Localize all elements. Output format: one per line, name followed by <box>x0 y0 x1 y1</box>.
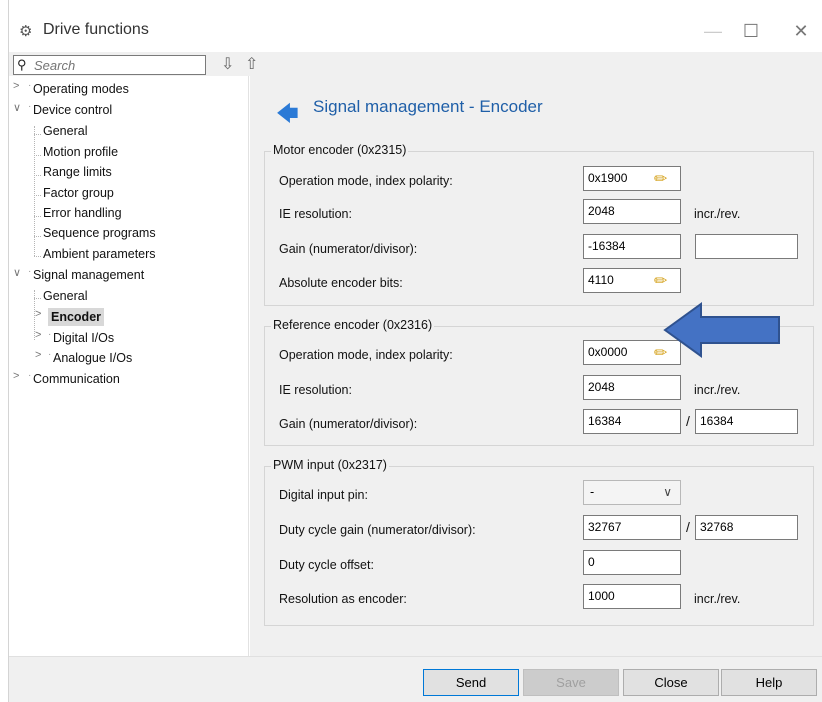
group-legend: Reference encoder (0x2316) <box>271 318 435 332</box>
duty-cycle-offset-label: Duty cycle offset: <box>279 558 374 572</box>
chevron-right-icon[interactable]: > <box>13 370 19 382</box>
title-bar: ⚙ Drive functions — ☐ ✕ <box>9 0 822 52</box>
search-input[interactable] <box>34 57 202 73</box>
ie-resolution-label: IE resolution: <box>279 207 352 221</box>
tree-item-label: Encoder <box>48 308 105 326</box>
callout-arrow-icon <box>663 302 780 358</box>
field-value: 0x0000 <box>588 345 628 359</box>
chevron-down-icon[interactable]: ∨ <box>13 266 21 279</box>
minimize-button[interactable]: — <box>693 17 733 45</box>
group-legend: Motor encoder (0x2315) <box>271 143 409 157</box>
op-mode-label: Operation mode, index polarity: <box>279 174 453 188</box>
duty-gain-divisor-field[interactable]: 32768 <box>695 515 798 540</box>
tree-item-motion-profile[interactable]: Motion profile <box>43 143 118 161</box>
motor-gain-divisor-field[interactable] <box>695 234 798 259</box>
tree-item-general-signal[interactable]: General <box>43 287 87 305</box>
gain-label: Gain (numerator/divisor): <box>279 242 418 256</box>
tree-item-range-limits[interactable]: Range limits <box>43 163 112 181</box>
resolution-field[interactable]: 1000 <box>583 584 681 609</box>
motor-gain-numerator-field[interactable]: -16384 <box>583 234 681 259</box>
send-button[interactable]: Send <box>423 669 519 696</box>
select-value: - <box>590 485 595 499</box>
field-value: 0x1900 <box>588 171 628 185</box>
tree-dot: · <box>28 266 32 277</box>
tree-line <box>34 134 41 135</box>
tree-item-label: Digital I/Os <box>53 331 115 345</box>
tree-item-general[interactable]: General <box>43 122 87 140</box>
pencil-edit-icon[interactable]: ✏ <box>654 168 667 191</box>
ref-gain-divisor-field[interactable]: 16384 <box>695 409 798 434</box>
pencil-edit-icon[interactable]: ✏ <box>654 270 667 293</box>
ref-gain-numerator-field[interactable]: 16384 <box>583 409 681 434</box>
close-button[interactable]: Close <box>623 669 719 696</box>
tree-line <box>34 175 41 176</box>
unit-label: incr./rev. <box>694 592 741 606</box>
tree-dot: · <box>48 329 52 340</box>
tree-item-label: Signal management <box>33 268 145 282</box>
gear-network-icon: ⚙ <box>19 23 33 40</box>
gain-label: Gain (numerator/divisor): <box>279 417 418 431</box>
tree-item-label: Analogue I/Os <box>53 351 133 365</box>
maximize-button[interactable]: ☐ <box>731 17 771 45</box>
group-legend: PWM input (0x2317) <box>271 458 389 472</box>
chevron-down-icon: ∨ <box>663 485 672 499</box>
duty-cycle-gain-label: Duty cycle gain (numerator/divisor): <box>279 523 476 537</box>
chevron-right-icon[interactable]: > <box>13 80 19 92</box>
tree-item-factor-group[interactable]: Factor group <box>43 184 114 202</box>
motor-op-mode-field[interactable]: 0x1900 ✏ <box>583 166 681 191</box>
tree-dot: · <box>48 349 52 360</box>
tree-item-error-handling[interactable]: Error handling <box>43 204 122 222</box>
unit-label: incr./rev. <box>694 207 741 221</box>
content-panel: 🡄 Signal management - Encoder Motor enco… <box>250 76 822 656</box>
field-value: 4110 <box>588 273 614 287</box>
digital-input-pin-label: Digital input pin: <box>279 488 368 502</box>
search-box[interactable]: ⚲ <box>13 55 206 75</box>
save-button[interactable]: Save <box>523 669 619 696</box>
motor-abs-bits-field[interactable]: 4110 ✏ <box>583 268 681 293</box>
tree-dot: · <box>28 101 32 112</box>
abs-encoder-bits-label: Absolute encoder bits: <box>279 276 403 290</box>
resolution-as-encoder-label: Resolution as encoder: <box>279 592 407 606</box>
close-window-button[interactable]: ✕ <box>781 17 821 45</box>
navigation-tree: > · Operating modes ∨ · Device control G… <box>9 76 249 656</box>
search-icon: ⚲ <box>17 57 27 72</box>
tree-line <box>34 256 41 257</box>
tree-item-label: Communication <box>33 372 120 386</box>
slash-separator: / <box>686 413 690 429</box>
move-down-arrow-icon[interactable]: ⇩ <box>221 54 234 74</box>
help-button[interactable]: Help <box>721 669 817 696</box>
toolbar: ⚲ ⇩ ⇧ <box>9 52 822 76</box>
tree-line <box>34 298 41 299</box>
chevron-right-icon[interactable]: > <box>35 329 41 341</box>
motor-ie-resolution-field[interactable]: 2048 <box>583 199 681 224</box>
unit-label: incr./rev. <box>694 383 741 397</box>
dialog-footer: Send Save Close Help <box>9 656 822 702</box>
slash-separator: / <box>686 519 690 535</box>
duty-offset-field[interactable]: 0 <box>583 550 681 575</box>
tree-item-sequence-programs[interactable]: Sequence programs <box>43 224 156 242</box>
tree-item-label: Device control <box>33 103 113 117</box>
digital-input-pin-select[interactable]: - ∨ <box>583 480 681 505</box>
tree-line <box>34 216 41 217</box>
chevron-down-icon[interactable]: ∨ <box>13 101 21 114</box>
tree-dot: · <box>28 80 32 91</box>
tree-line <box>34 236 41 237</box>
tree-line <box>34 195 41 196</box>
chevron-right-icon[interactable]: > <box>35 349 41 361</box>
tree-line <box>34 155 41 156</box>
ref-ie-resolution-field[interactable]: 2048 <box>583 375 681 400</box>
window-title: Drive functions <box>43 21 149 38</box>
tree-item-label: Operating modes <box>33 82 129 96</box>
tree-item-ambient-parameters[interactable]: Ambient parameters <box>43 245 156 263</box>
tree-dot: · <box>28 370 32 381</box>
callout-arrow-shape <box>663 302 780 358</box>
chevron-right-icon[interactable]: > <box>35 308 41 320</box>
back-arrow-icon[interactable]: 🡄 <box>276 97 299 135</box>
duty-gain-numerator-field[interactable]: 32767 <box>583 515 681 540</box>
page-title: Signal management - Encoder <box>313 97 543 116</box>
op-mode-label: Operation mode, index polarity: <box>279 348 453 362</box>
ie-resolution-label: IE resolution: <box>279 383 352 397</box>
move-up-arrow-icon[interactable]: ⇧ <box>245 54 258 74</box>
